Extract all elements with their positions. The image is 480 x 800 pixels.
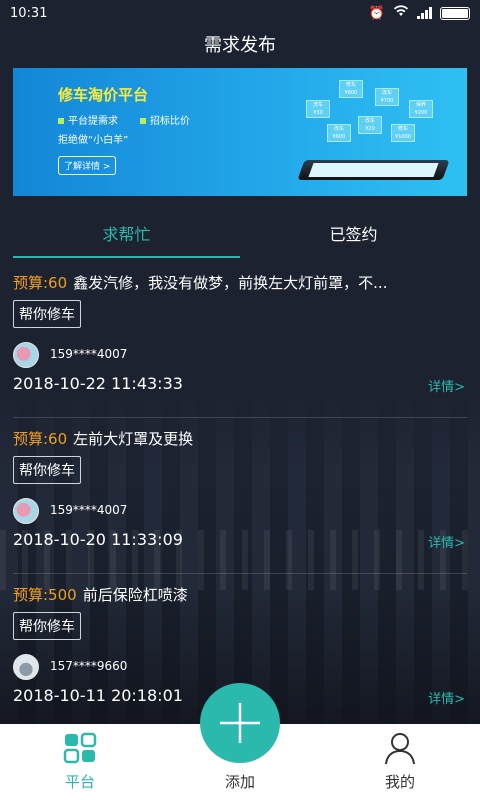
battery-icon bbox=[440, 6, 470, 20]
price-tag: 改车 ¥700 bbox=[375, 88, 399, 106]
price-tag: 改车 ¥600 bbox=[327, 124, 351, 142]
avatar bbox=[13, 342, 39, 368]
wifi-icon bbox=[393, 5, 409, 21]
detail-link[interactable]: 详情> bbox=[428, 376, 465, 395]
alarm-icon: ⏰ bbox=[368, 5, 385, 21]
nav-mine[interactable]: 我的 bbox=[320, 724, 480, 800]
plus-icon bbox=[220, 703, 260, 743]
avatar bbox=[13, 654, 39, 680]
status-time: 10:31 bbox=[10, 5, 48, 21]
phone-illustration bbox=[297, 160, 450, 180]
banner-slogan: 拒绝做“小白羊” bbox=[58, 135, 129, 146]
help-repair-button[interactable]: 帮你修车 bbox=[13, 456, 81, 484]
request-title: 预算:60 左前大灯罩及更换 bbox=[13, 428, 467, 449]
banner-point: 平台提需求 bbox=[58, 112, 118, 127]
request-text: 鑫发汽修，我没有做梦，前换左大灯前罩，不... bbox=[73, 274, 388, 292]
budget-label: 预算:60 bbox=[13, 274, 68, 292]
list-item[interactable]: 预算:60 左前大灯罩及更换 帮你修车 159****4007 2018-10-2… bbox=[13, 418, 467, 574]
user-phone: 157****9660 bbox=[50, 659, 128, 673]
price-tag: 修车 ¥800 bbox=[339, 80, 363, 98]
promo-banner[interactable]: 修车淘价平台 平台提需求 招标比价 拒绝做“小白羊” 了解详情 > 修车 ¥80… bbox=[13, 68, 467, 196]
request-text: 前后保险杠喷漆 bbox=[82, 586, 188, 604]
banner-title: 修车淘价平台 bbox=[58, 86, 149, 104]
price-tag: 洗车 ¥30 bbox=[306, 100, 330, 118]
nav-platform-label: 平台 bbox=[64, 773, 95, 791]
request-datetime: 2018-10-11 20:18:01 bbox=[13, 686, 183, 705]
nav-mine-label: 我的 bbox=[384, 773, 415, 791]
detail-link[interactable]: 详情> bbox=[428, 532, 465, 551]
price-tag: 改车 ¥20 bbox=[358, 116, 382, 134]
tab-signed[interactable]: 已签约 bbox=[240, 208, 467, 258]
learn-more-button[interactable]: 了解详情 > bbox=[58, 156, 117, 175]
request-title: 预算:60 鑫发汽修，我没有做梦，前换左大灯前罩，不... bbox=[13, 272, 467, 293]
status-bar: 10:31 ⏰ bbox=[0, 0, 480, 26]
detail-link[interactable]: 详情> bbox=[428, 688, 465, 707]
price-tag: 保养 ¥200 bbox=[409, 100, 433, 118]
request-datetime: 2018-10-20 11:33:09 bbox=[13, 530, 183, 549]
request-title: 预算:500 前后保险杠喷漆 bbox=[13, 584, 467, 605]
request-text: 左前大灯罩及更换 bbox=[73, 430, 194, 448]
page-title: 需求发布 bbox=[204, 35, 276, 56]
signal-icon bbox=[417, 7, 432, 19]
request-list: 预算:60 鑫发汽修，我没有做梦，前换左大灯前罩，不... 帮你修车 159***… bbox=[0, 262, 480, 730]
banner-point: 招标比价 bbox=[140, 112, 190, 127]
price-tag: 修车 ¥1000 bbox=[391, 124, 415, 142]
user-phone: 159****4007 bbox=[50, 347, 128, 361]
list-item[interactable]: 预算:60 鑫发汽修，我没有做梦，前换左大灯前罩，不... 帮你修车 159***… bbox=[13, 262, 467, 418]
status-icons: ⏰ bbox=[369, 5, 470, 21]
user-icon bbox=[382, 731, 418, 765]
banner-points: 平台提需求 招标比价 bbox=[58, 112, 190, 127]
tab-help[interactable]: 求帮忙 bbox=[13, 208, 240, 258]
request-datetime: 2018-10-22 11:43:33 bbox=[13, 374, 183, 393]
budget-label: 预算:60 bbox=[13, 430, 68, 448]
avatar bbox=[13, 498, 39, 524]
help-repair-button[interactable]: 帮你修车 bbox=[13, 612, 81, 640]
help-repair-button[interactable]: 帮你修车 bbox=[13, 300, 81, 328]
add-button[interactable] bbox=[200, 683, 280, 763]
nav-platform[interactable]: 平台 bbox=[0, 724, 160, 800]
platform-icon bbox=[62, 731, 98, 765]
user-phone: 159****4007 bbox=[50, 503, 128, 517]
add-label: 添加 bbox=[224, 773, 255, 791]
tab-bar: 求帮忙 已签约 bbox=[13, 208, 467, 258]
budget-label: 预算:500 bbox=[13, 586, 77, 604]
